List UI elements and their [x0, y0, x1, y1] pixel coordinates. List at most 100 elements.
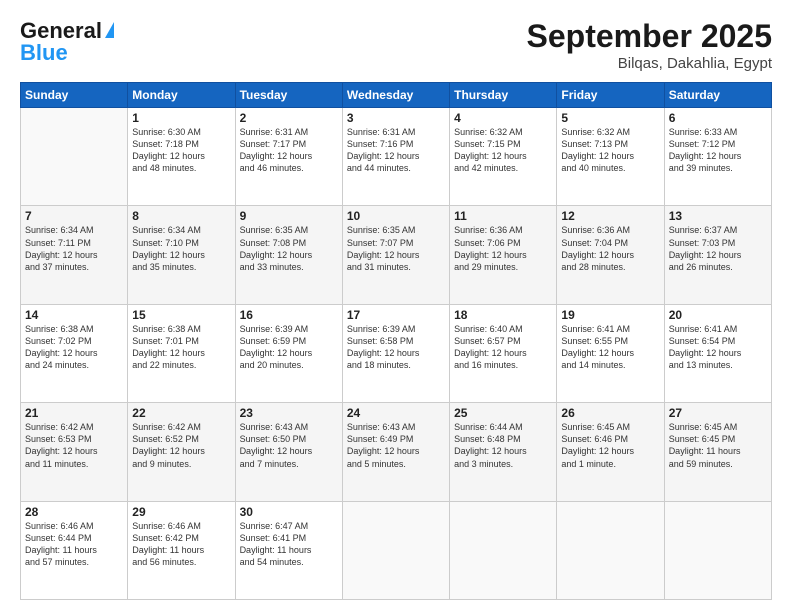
calendar-week-3: 21Sunrise: 6:42 AM Sunset: 6:53 PM Dayli… [21, 403, 772, 501]
day-info: Sunrise: 6:41 AM Sunset: 6:55 PM Dayligh… [561, 323, 659, 372]
day-number: 25 [454, 406, 552, 420]
day-info: Sunrise: 6:38 AM Sunset: 7:01 PM Dayligh… [132, 323, 230, 372]
day-number: 15 [132, 308, 230, 322]
day-number: 7 [25, 209, 123, 223]
day-info: Sunrise: 6:31 AM Sunset: 7:16 PM Dayligh… [347, 126, 445, 175]
day-info: Sunrise: 6:39 AM Sunset: 6:58 PM Dayligh… [347, 323, 445, 372]
weekday-tuesday: Tuesday [235, 83, 342, 108]
day-info: Sunrise: 6:35 AM Sunset: 7:07 PM Dayligh… [347, 224, 445, 273]
day-number: 27 [669, 406, 767, 420]
calendar-cell: 20Sunrise: 6:41 AM Sunset: 6:54 PM Dayli… [664, 304, 771, 402]
calendar-cell: 23Sunrise: 6:43 AM Sunset: 6:50 PM Dayli… [235, 403, 342, 501]
calendar-cell [450, 501, 557, 599]
calendar-cell: 29Sunrise: 6:46 AM Sunset: 6:42 PM Dayli… [128, 501, 235, 599]
day-number: 16 [240, 308, 338, 322]
day-number: 21 [25, 406, 123, 420]
calendar-cell: 28Sunrise: 6:46 AM Sunset: 6:44 PM Dayli… [21, 501, 128, 599]
calendar-cell: 11Sunrise: 6:36 AM Sunset: 7:06 PM Dayli… [450, 206, 557, 304]
calendar-cell [664, 501, 771, 599]
calendar-body: 1Sunrise: 6:30 AM Sunset: 7:18 PM Daylig… [21, 108, 772, 600]
logo: General Blue [20, 18, 114, 66]
day-info: Sunrise: 6:42 AM Sunset: 6:52 PM Dayligh… [132, 421, 230, 470]
calendar-cell: 1Sunrise: 6:30 AM Sunset: 7:18 PM Daylig… [128, 108, 235, 206]
day-number: 29 [132, 505, 230, 519]
day-info: Sunrise: 6:41 AM Sunset: 6:54 PM Dayligh… [669, 323, 767, 372]
day-number: 22 [132, 406, 230, 420]
day-number: 17 [347, 308, 445, 322]
calendar-week-4: 28Sunrise: 6:46 AM Sunset: 6:44 PM Dayli… [21, 501, 772, 599]
weekday-wednesday: Wednesday [342, 83, 449, 108]
calendar-cell: 30Sunrise: 6:47 AM Sunset: 6:41 PM Dayli… [235, 501, 342, 599]
calendar-cell [557, 501, 664, 599]
day-number: 13 [669, 209, 767, 223]
day-info: Sunrise: 6:33 AM Sunset: 7:12 PM Dayligh… [669, 126, 767, 175]
day-info: Sunrise: 6:40 AM Sunset: 6:57 PM Dayligh… [454, 323, 552, 372]
day-info: Sunrise: 6:39 AM Sunset: 6:59 PM Dayligh… [240, 323, 338, 372]
month-title: September 2025 [527, 18, 772, 55]
logo-blue: Blue [20, 40, 68, 66]
calendar-week-2: 14Sunrise: 6:38 AM Sunset: 7:02 PM Dayli… [21, 304, 772, 402]
day-number: 11 [454, 209, 552, 223]
calendar-cell: 22Sunrise: 6:42 AM Sunset: 6:52 PM Dayli… [128, 403, 235, 501]
calendar-cell: 26Sunrise: 6:45 AM Sunset: 6:46 PM Dayli… [557, 403, 664, 501]
day-number: 4 [454, 111, 552, 125]
calendar-cell [21, 108, 128, 206]
day-number: 18 [454, 308, 552, 322]
calendar-cell: 10Sunrise: 6:35 AM Sunset: 7:07 PM Dayli… [342, 206, 449, 304]
weekday-thursday: Thursday [450, 83, 557, 108]
day-info: Sunrise: 6:47 AM Sunset: 6:41 PM Dayligh… [240, 520, 338, 569]
day-number: 14 [25, 308, 123, 322]
calendar-cell: 15Sunrise: 6:38 AM Sunset: 7:01 PM Dayli… [128, 304, 235, 402]
day-number: 19 [561, 308, 659, 322]
day-number: 10 [347, 209, 445, 223]
day-info: Sunrise: 6:31 AM Sunset: 7:17 PM Dayligh… [240, 126, 338, 175]
day-info: Sunrise: 6:45 AM Sunset: 6:45 PM Dayligh… [669, 421, 767, 470]
day-info: Sunrise: 6:43 AM Sunset: 6:49 PM Dayligh… [347, 421, 445, 470]
day-number: 23 [240, 406, 338, 420]
day-info: Sunrise: 6:46 AM Sunset: 6:44 PM Dayligh… [25, 520, 123, 569]
day-number: 6 [669, 111, 767, 125]
calendar-cell: 6Sunrise: 6:33 AM Sunset: 7:12 PM Daylig… [664, 108, 771, 206]
day-number: 9 [240, 209, 338, 223]
calendar-cell: 25Sunrise: 6:44 AM Sunset: 6:48 PM Dayli… [450, 403, 557, 501]
calendar-cell: 19Sunrise: 6:41 AM Sunset: 6:55 PM Dayli… [557, 304, 664, 402]
title-block: September 2025 Bilqas, Dakahlia, Egypt [527, 18, 772, 72]
day-number: 12 [561, 209, 659, 223]
day-number: 20 [669, 308, 767, 322]
day-info: Sunrise: 6:35 AM Sunset: 7:08 PM Dayligh… [240, 224, 338, 273]
page-header: General Blue September 2025 Bilqas, Daka… [20, 18, 772, 72]
calendar-week-1: 7Sunrise: 6:34 AM Sunset: 7:11 PM Daylig… [21, 206, 772, 304]
day-number: 28 [25, 505, 123, 519]
day-info: Sunrise: 6:45 AM Sunset: 6:46 PM Dayligh… [561, 421, 659, 470]
day-info: Sunrise: 6:34 AM Sunset: 7:11 PM Dayligh… [25, 224, 123, 273]
day-info: Sunrise: 6:42 AM Sunset: 6:53 PM Dayligh… [25, 421, 123, 470]
day-number: 1 [132, 111, 230, 125]
day-number: 8 [132, 209, 230, 223]
calendar-week-0: 1Sunrise: 6:30 AM Sunset: 7:18 PM Daylig… [21, 108, 772, 206]
calendar-cell: 4Sunrise: 6:32 AM Sunset: 7:15 PM Daylig… [450, 108, 557, 206]
calendar-cell: 18Sunrise: 6:40 AM Sunset: 6:57 PM Dayli… [450, 304, 557, 402]
day-info: Sunrise: 6:30 AM Sunset: 7:18 PM Dayligh… [132, 126, 230, 175]
calendar-cell: 16Sunrise: 6:39 AM Sunset: 6:59 PM Dayli… [235, 304, 342, 402]
day-info: Sunrise: 6:43 AM Sunset: 6:50 PM Dayligh… [240, 421, 338, 470]
day-number: 3 [347, 111, 445, 125]
calendar-cell: 9Sunrise: 6:35 AM Sunset: 7:08 PM Daylig… [235, 206, 342, 304]
calendar-cell: 13Sunrise: 6:37 AM Sunset: 7:03 PM Dayli… [664, 206, 771, 304]
calendar-cell: 21Sunrise: 6:42 AM Sunset: 6:53 PM Dayli… [21, 403, 128, 501]
calendar-cell [342, 501, 449, 599]
day-info: Sunrise: 6:46 AM Sunset: 6:42 PM Dayligh… [132, 520, 230, 569]
day-number: 24 [347, 406, 445, 420]
day-number: 30 [240, 505, 338, 519]
calendar-cell: 7Sunrise: 6:34 AM Sunset: 7:11 PM Daylig… [21, 206, 128, 304]
day-info: Sunrise: 6:38 AM Sunset: 7:02 PM Dayligh… [25, 323, 123, 372]
day-number: 5 [561, 111, 659, 125]
day-info: Sunrise: 6:44 AM Sunset: 6:48 PM Dayligh… [454, 421, 552, 470]
location-title: Bilqas, Dakahlia, Egypt [527, 55, 772, 72]
calendar-cell: 27Sunrise: 6:45 AM Sunset: 6:45 PM Dayli… [664, 403, 771, 501]
day-info: Sunrise: 6:32 AM Sunset: 7:15 PM Dayligh… [454, 126, 552, 175]
day-info: Sunrise: 6:32 AM Sunset: 7:13 PM Dayligh… [561, 126, 659, 175]
day-info: Sunrise: 6:34 AM Sunset: 7:10 PM Dayligh… [132, 224, 230, 273]
weekday-sunday: Sunday [21, 83, 128, 108]
calendar-table: SundayMondayTuesdayWednesdayThursdayFrid… [20, 82, 772, 600]
calendar-cell: 3Sunrise: 6:31 AM Sunset: 7:16 PM Daylig… [342, 108, 449, 206]
